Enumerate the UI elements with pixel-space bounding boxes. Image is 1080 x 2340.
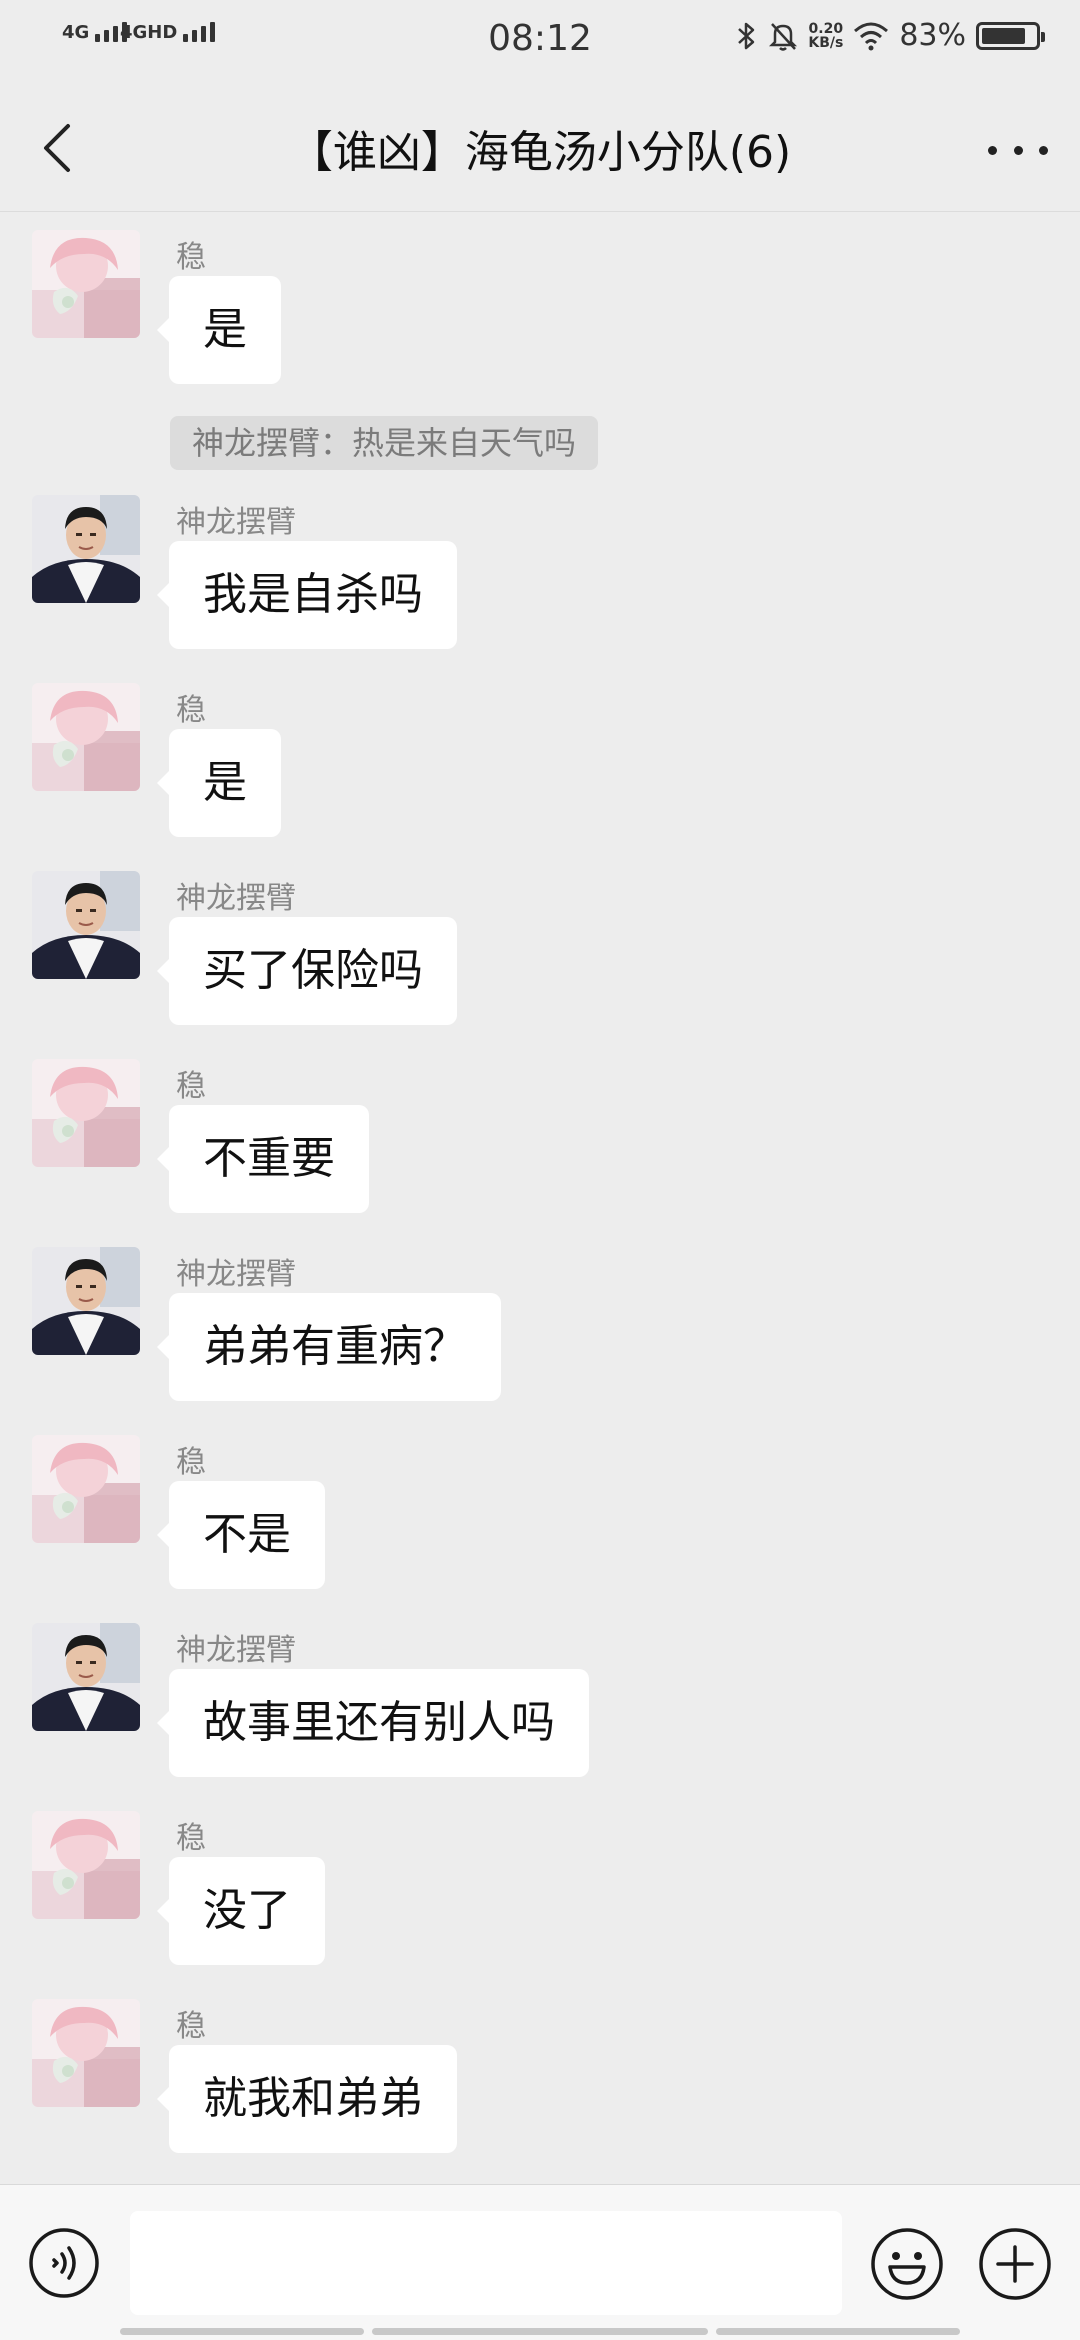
- message-sender: 稳: [176, 1445, 206, 1480]
- input-bar: [0, 2184, 1080, 2340]
- message-bubble[interactable]: 故事里还有别人吗: [157, 1669, 589, 1777]
- voice-button[interactable]: [28, 2227, 100, 2299]
- bell-off-icon: [769, 22, 798, 51]
- chat-header: 【谁凶】海龟汤小分队(6): [0, 80, 1080, 212]
- plus-icon: [979, 2228, 1051, 2300]
- message-bubble[interactable]: 就我和弟弟: [157, 2045, 457, 2153]
- message-sender: 稳: [176, 693, 206, 728]
- chat-title: 【谁凶】海龟汤小分队(6): [288, 127, 792, 178]
- message-sender: 稳: [176, 2009, 206, 2044]
- avatar-wen[interactable]: [32, 1435, 140, 1543]
- message-bubble[interactable]: 不是: [157, 1481, 325, 1589]
- voice-icon: [29, 2228, 99, 2298]
- avatar-shenlong[interactable]: [32, 1623, 140, 1731]
- message-sender: 稳: [176, 240, 206, 275]
- battery-level: [982, 27, 1025, 44]
- battery-percent: 83%: [899, 18, 966, 53]
- status-bar: 4G 4GHD 08:12 0.20 KB/s 83%: [0, 0, 1080, 80]
- status-icons: 0.20 KB/s 83%: [736, 18, 1045, 53]
- message-bubble[interactable]: 买了保险吗: [157, 917, 457, 1025]
- message-list[interactable]: 稳 是 神龙摆臂：热是来自天气吗 神龙摆臂 我是自杀吗 稳 是 神龙摆臂 买了保…: [0, 212, 1080, 2184]
- message-sender: 稳: [176, 1069, 206, 1104]
- message-sender: 神龙摆臂: [176, 505, 296, 540]
- more-button[interactable]: [988, 130, 1048, 170]
- emoji-button[interactable]: [870, 2227, 944, 2301]
- message-input[interactable]: [130, 2211, 842, 2315]
- message-bubble[interactable]: 我是自杀吗: [157, 541, 457, 649]
- message-sender: 稳: [176, 1821, 206, 1856]
- avatar-wen[interactable]: [32, 1059, 140, 1167]
- message-sender: 神龙摆臂: [176, 1257, 296, 1292]
- avatar-shenlong[interactable]: [32, 871, 140, 979]
- avatar-wen[interactable]: [32, 230, 140, 338]
- more-horizontal-icon: [988, 145, 997, 155]
- quoted-message[interactable]: 神龙摆臂：热是来自天气吗: [170, 416, 599, 470]
- bluetooth-icon: [738, 22, 755, 49]
- message-bubble[interactable]: 是: [157, 729, 281, 837]
- message-bubble[interactable]: 不重要: [157, 1105, 369, 1213]
- plus-button[interactable]: [978, 2227, 1052, 2301]
- avatar-shenlong[interactable]: [32, 1247, 140, 1355]
- battery-icon: [976, 21, 1045, 50]
- avatar-wen[interactable]: [32, 1999, 140, 2107]
- net-speed-value: 0.20: [808, 20, 844, 37]
- message-sender: 神龙摆臂: [176, 881, 296, 916]
- message-bubble[interactable]: 是: [157, 276, 281, 384]
- net-speed-unit: KB/s: [808, 34, 844, 51]
- avatar-wen[interactable]: [32, 1811, 140, 1919]
- message-bubble[interactable]: 没了: [157, 1857, 325, 1965]
- avatar-shenlong[interactable]: [32, 495, 140, 603]
- avatar-wen[interactable]: [32, 683, 140, 791]
- wifi-icon: [854, 22, 889, 50]
- emoji-icon: [871, 2228, 943, 2300]
- message-sender: 神龙摆臂: [176, 1633, 296, 1668]
- net-speed: 0.20 KB/s: [808, 22, 843, 50]
- message-bubble[interactable]: 弟弟有重病？: [157, 1293, 501, 1401]
- home-indicator: [0, 2328, 1080, 2336]
